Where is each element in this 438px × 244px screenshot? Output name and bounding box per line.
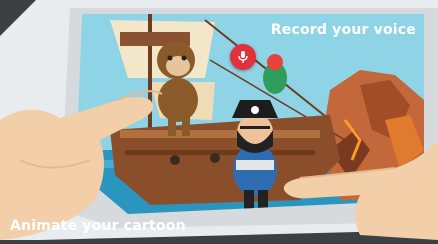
caption-animate-cartoon: Animate your cartoon bbox=[10, 218, 186, 234]
promo-screenshot: Record your voice Animate your cartoon bbox=[0, 0, 438, 240]
microphone-icon bbox=[238, 51, 248, 63]
caption-record-voice: Record your voice bbox=[270, 22, 416, 38]
record-voice-button[interactable] bbox=[230, 44, 256, 70]
